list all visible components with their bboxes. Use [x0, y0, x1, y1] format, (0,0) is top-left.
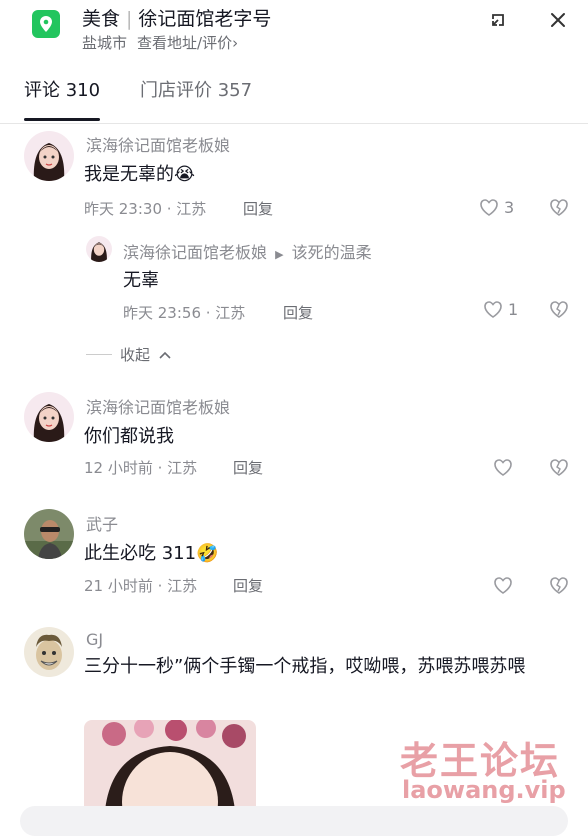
- man-avatar[interactable]: [24, 509, 74, 559]
- girl-avatar[interactable]: [86, 236, 112, 262]
- reply-header: 滨海徐记面馆老板娘 ▶ 该死的温柔: [123, 239, 372, 263]
- like-button[interactable]: 3: [478, 197, 514, 217]
- reply-text: 无辜: [123, 270, 159, 291]
- broken-heart-icon: [550, 459, 568, 476]
- dislike-button[interactable]: [548, 197, 570, 221]
- comment-text: 三分十一秒”俩个手镯一个戒指，哎呦喂，苏喂苏喂苏喂: [84, 656, 526, 677]
- close-icon: [551, 13, 565, 27]
- comment-text: 我是无辜的😭: [84, 164, 196, 185]
- dislike-button[interactable]: [548, 457, 570, 481]
- girl-avatar[interactable]: [24, 131, 74, 181]
- title-divider: |: [126, 8, 133, 30]
- city-label: 盐城市: [82, 34, 128, 52]
- comment-meta: 12 小时前 · 江苏: [84, 459, 198, 477]
- reply-button[interactable]: 回复: [233, 457, 263, 478]
- tab-comments[interactable]: 评论 310: [24, 76, 100, 102]
- like-button[interactable]: 1: [482, 299, 518, 319]
- girl-avatar[interactable]: [24, 392, 74, 442]
- tab-bar: 评论 310 门店评价 357: [0, 68, 588, 124]
- cartoon-avatar[interactable]: [24, 627, 74, 677]
- location-pin-icon: [32, 10, 60, 38]
- heart-icon: [480, 199, 498, 216]
- like-count: 1: [508, 299, 519, 319]
- reply-to-username[interactable]: 该死的温柔: [292, 243, 372, 262]
- chevron-up-icon: [159, 351, 171, 359]
- collapse-label: 收起: [120, 346, 151, 364]
- active-tab-indicator: [24, 118, 100, 121]
- reply-button[interactable]: 回复: [243, 198, 273, 219]
- comment-input-bar[interactable]: [20, 806, 568, 836]
- comment-username[interactable]: 武子: [86, 511, 118, 535]
- dislike-button[interactable]: [548, 575, 570, 599]
- dislike-button[interactable]: [548, 299, 570, 323]
- reply-button[interactable]: 回复: [283, 302, 313, 323]
- minimize-icon: [492, 14, 504, 26]
- like-button[interactable]: [492, 575, 514, 595]
- close-button[interactable]: [542, 4, 574, 36]
- like-button[interactable]: [492, 457, 514, 477]
- view-address-link[interactable]: 查看地址/评价›: [137, 34, 238, 52]
- comment-text: 此生必吃 311🤣: [84, 543, 219, 564]
- watermark-logo: 老王论坛 laowang.vip: [400, 730, 566, 804]
- heart-icon: [484, 301, 502, 318]
- watermark-url: laowang.vip: [402, 776, 566, 804]
- reply-username[interactable]: 滨海徐记面馆老板娘: [123, 243, 267, 262]
- heart-icon: [494, 577, 512, 594]
- laughing-emoji-icon: 🤣: [196, 543, 219, 564]
- crying-emoji-icon: 😭: [174, 164, 196, 185]
- comment-meta: 21 小时前 · 江苏: [84, 577, 198, 595]
- reply-meta: 昨天 23:56 · 江苏: [123, 304, 246, 322]
- store-subtitle: 盐城市 查看地址/评价›: [82, 32, 238, 53]
- minimize-button[interactable]: [482, 4, 514, 36]
- comment-meta: 昨天 23:30 · 江苏: [84, 200, 207, 218]
- category-label: 美食: [82, 8, 121, 30]
- broken-heart-icon: [550, 301, 568, 318]
- reply-arrow-icon: ▶: [275, 248, 284, 261]
- store-name: 徐记面馆老字号: [138, 8, 272, 30]
- reply-button[interactable]: 回复: [233, 575, 263, 596]
- store-title[interactable]: 美食 | 徐记面馆老字号: [82, 4, 271, 31]
- like-count: 3: [504, 197, 515, 217]
- comment-username[interactable]: GJ: [86, 630, 103, 649]
- comment-username[interactable]: 滨海徐记面馆老板娘: [86, 394, 230, 418]
- broken-heart-icon: [550, 577, 568, 594]
- collapse-replies-button[interactable]: 收起: [86, 344, 172, 365]
- divider-line: [86, 354, 112, 355]
- heart-icon: [494, 459, 512, 476]
- broken-heart-icon: [550, 199, 568, 216]
- header: 美食 | 徐记面馆老字号 盐城市 查看地址/评价›: [0, 0, 588, 60]
- comment-text: 你们都说我: [84, 426, 174, 447]
- tab-store-reviews[interactable]: 门店评价 357: [140, 76, 252, 102]
- comment-username[interactable]: 滨海徐记面馆老板娘: [86, 132, 230, 156]
